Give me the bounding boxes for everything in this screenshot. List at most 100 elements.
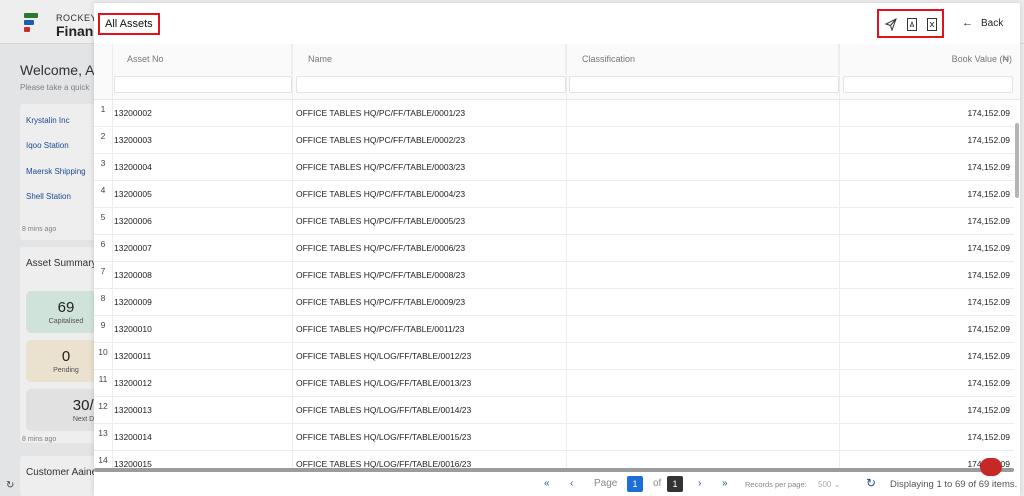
row-number: 4: [100, 185, 106, 195]
column-header-asset-no[interactable]: Asset No: [127, 44, 292, 74]
send-icon[interactable]: [885, 18, 897, 31]
cell-name: OFFICE TABLES HQ/LOG/FF/TABLE/0012/23: [296, 351, 472, 361]
cell-book-value: 174,152.09: [967, 108, 1010, 118]
table-row[interactable]: 4 13200005 OFFICE TABLES HQ/PC/FF/TABLE/00…: [94, 181, 1014, 208]
current-page-input[interactable]: 1: [627, 476, 643, 492]
cell-asset-no: 13200015: [114, 459, 152, 468]
cell-asset-no: 13200003: [114, 135, 152, 145]
table-row[interactable]: 5 13200006 OFFICE TABLES HQ/PC/FF/TABLE/00…: [94, 208, 1014, 235]
row-number: 2: [100, 131, 106, 141]
cell-book-value: 174,152.09: [967, 432, 1010, 442]
cell-name: OFFICE TABLES HQ/PC/FF/TABLE/0008/23: [296, 270, 466, 280]
row-number: 10: [98, 347, 108, 357]
cell-book-value: 174,152.09: [967, 270, 1010, 280]
of-label: of: [653, 478, 662, 489]
column-header-name[interactable]: Name: [308, 44, 566, 74]
table-row[interactable]: 7 13200008 OFFICE TABLES HQ/PC/FF/TABLE/00…: [94, 262, 1014, 289]
row-number: 3: [100, 158, 106, 168]
cell-book-value: 174,152.09: [967, 135, 1010, 145]
table-body: 1 13200002 OFFICE TABLES HQ/PC/FF/TABLE/00…: [94, 100, 1014, 468]
cell-name: OFFICE TABLES HQ/PC/FF/TABLE/0009/23: [296, 297, 466, 307]
cell-book-value: 174,152.09: [967, 351, 1010, 361]
column-header-classification[interactable]: Classification: [582, 44, 839, 74]
modal-title: All Assets: [98, 13, 160, 35]
row-number: 8: [100, 293, 106, 303]
records-per-page-select[interactable]: 500 ⌄: [818, 480, 840, 489]
row-number: 5: [100, 212, 106, 222]
table-footer: « ‹ Page 1 of 1 › » Records per page: 50…: [94, 472, 1020, 496]
all-assets-modal: All Assets ← Back Asset No Name Classific…: [94, 3, 1020, 496]
back-button[interactable]: ← Back: [962, 17, 1003, 29]
cell-name: OFFICE TABLES HQ/PC/FF/TABLE/0011/23: [296, 324, 465, 334]
row-number: 11: [98, 374, 108, 384]
next-page-button[interactable]: ›: [698, 478, 701, 489]
cell-name: OFFICE TABLES HQ/PC/FF/TABLE/0006/23: [296, 243, 466, 253]
cell-book-value: 174,152.09: [967, 378, 1010, 388]
row-number: 6: [100, 239, 106, 249]
cell-name: OFFICE TABLES HQ/LOG/FF/TABLE/0016/23: [296, 459, 472, 468]
table-row[interactable]: 8 13200009 OFFICE TABLES HQ/PC/FF/TABLE/00…: [94, 289, 1014, 316]
vertical-scrollbar[interactable]: [1015, 123, 1019, 198]
cell-asset-no: 13200009: [114, 297, 152, 307]
cell-asset-no: 13200006: [114, 216, 152, 226]
cell-book-value: 174,152.09: [967, 297, 1010, 307]
row-number: 12: [98, 401, 108, 411]
table-header: Asset No Name Classification Book Value …: [94, 44, 1020, 100]
cell-name: OFFICE TABLES HQ/LOG/FF/TABLE/0013/23: [296, 378, 472, 388]
cell-asset-no: 13200012: [114, 378, 152, 388]
back-label: Back: [981, 18, 1004, 29]
table-row[interactable]: 12 13200013 OFFICE TABLES HQ/LOG/FF/TABLE/…: [94, 397, 1014, 424]
cell-name: OFFICE TABLES HQ/PC/FF/TABLE/0001/23: [296, 108, 466, 118]
table-row[interactable]: 13 13200014 OFFICE TABLES HQ/LOG/FF/TABLE/…: [94, 424, 1014, 451]
previous-page-button[interactable]: ‹: [570, 478, 573, 489]
table-row[interactable]: 6 13200007 OFFICE TABLES HQ/PC/FF/TABLE/00…: [94, 235, 1014, 262]
row-number: 9: [100, 320, 106, 330]
cell-name: OFFICE TABLES HQ/PC/FF/TABLE/0003/23: [296, 162, 466, 172]
first-page-button[interactable]: «: [544, 478, 550, 489]
filter-asset-no-input[interactable]: [114, 76, 292, 93]
total-pages: 1: [667, 476, 683, 492]
cell-asset-no: 13200010: [114, 324, 152, 334]
cell-book-value: 174,152.09: [967, 189, 1010, 199]
cell-book-value: 174,152.09: [967, 324, 1010, 334]
table-row[interactable]: 2 13200003 OFFICE TABLES HQ/PC/FF/TABLE/00…: [94, 127, 1014, 154]
table-row[interactable]: 3 13200004 OFFICE TABLES HQ/PC/FF/TABLE/00…: [94, 154, 1014, 181]
cell-asset-no: 13200013: [114, 405, 152, 415]
cell-book-value: 174,152.09: [967, 216, 1010, 226]
page-label: Page: [594, 478, 618, 489]
row-number: 14: [98, 455, 108, 465]
last-page-button[interactable]: »: [722, 478, 728, 489]
cell-asset-no: 13200002: [114, 108, 152, 118]
excel-export-icon[interactable]: [926, 18, 938, 31]
cell-book-value: 174,152.09: [967, 243, 1010, 253]
display-summary: Displaying 1 to 69 of 69 items.: [890, 479, 1018, 490]
table-row[interactable]: 1 13200002 OFFICE TABLES HQ/PC/FF/TABLE/00…: [94, 100, 1014, 127]
cell-asset-no: 13200014: [114, 432, 152, 442]
column-header-book-value[interactable]: Book Value (₦): [840, 44, 1012, 74]
cell-name: OFFICE TABLES HQ/PC/FF/TABLE/0004/23: [296, 189, 466, 199]
row-number: 13: [98, 428, 108, 438]
cell-book-value: 174,152.09: [967, 162, 1010, 172]
cell-name: OFFICE TABLES HQ/LOG/FF/TABLE/0015/23: [296, 432, 472, 442]
export-toolbar: [877, 9, 944, 38]
cell-book-value: 174,152.09: [967, 405, 1010, 415]
row-number: 1: [100, 104, 106, 114]
cell-asset-no: 13200008: [114, 270, 152, 280]
row-number: 7: [100, 266, 106, 276]
cell-asset-no: 13200007: [114, 243, 152, 253]
chat-support-icon[interactable]: [980, 458, 1002, 476]
cell-name: OFFICE TABLES HQ/PC/FF/TABLE/0002/23: [296, 135, 466, 145]
table-row[interactable]: 11 13200012 OFFICE TABLES HQ/LOG/FF/TABLE/…: [94, 370, 1014, 397]
arrow-left-icon: ←: [962, 17, 973, 29]
pdf-export-icon[interactable]: [906, 18, 918, 31]
table-row[interactable]: 10 13200011 OFFICE TABLES HQ/LOG/FF/TABLE/…: [94, 343, 1014, 370]
cell-asset-no: 13200005: [114, 189, 152, 199]
filter-book-value-input[interactable]: [843, 76, 1013, 93]
cell-asset-no: 13200004: [114, 162, 152, 172]
table-row[interactable]: 9 13200010 OFFICE TABLES HQ/PC/FF/TABLE/00…: [94, 316, 1014, 343]
filter-classification-input[interactable]: [569, 76, 839, 93]
records-per-page-label: Records per page:: [745, 480, 807, 489]
reload-icon[interactable]: ↻: [866, 476, 876, 490]
filter-name-input[interactable]: [296, 76, 566, 93]
table-row[interactable]: 14 13200015 OFFICE TABLES HQ/LOG/FF/TABLE/…: [94, 451, 1014, 468]
